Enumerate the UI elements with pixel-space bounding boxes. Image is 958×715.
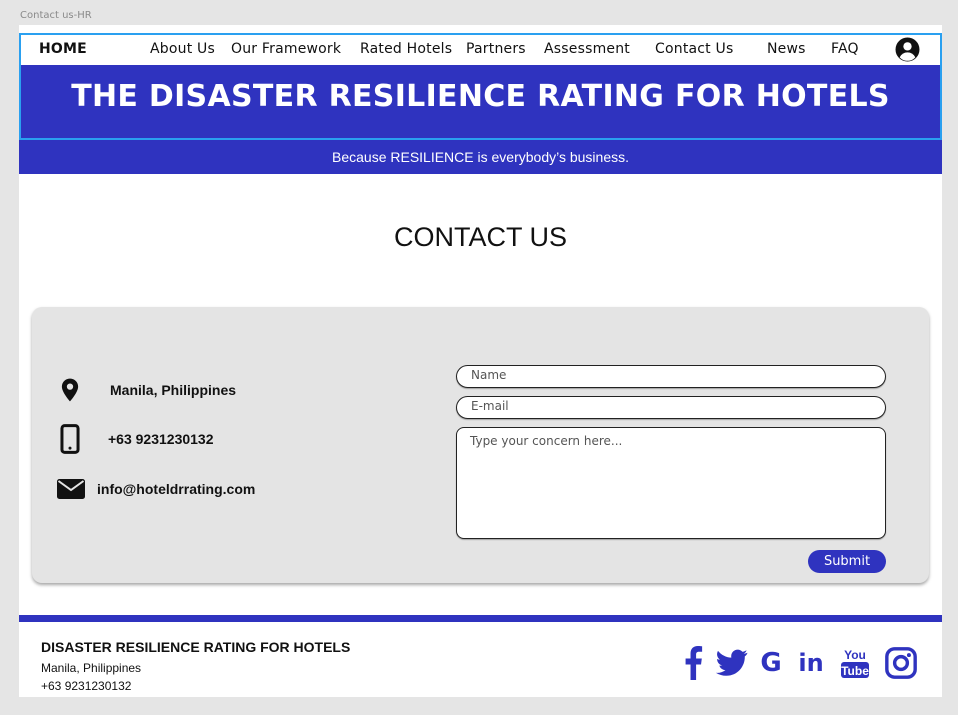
info-email: info@hoteldrrating.com <box>57 478 255 500</box>
info-location: Manila, Philippines <box>57 377 236 403</box>
nav-faq[interactable]: FAQ <box>831 41 859 57</box>
twitter-icon[interactable] <box>715 644 749 682</box>
nav-news[interactable]: News <box>767 41 806 57</box>
page: HOME About Us Our Framework Rated Hotels… <box>19 25 942 697</box>
nav-partners[interactable]: Partners <box>466 41 526 57</box>
hero-banner: THE DISASTER RESILIENCE RATING FOR HOTEL… <box>19 65 942 140</box>
nav-our-framework[interactable]: Our Framework <box>231 41 341 57</box>
footer-phone: +63 9231230132 <box>41 679 132 693</box>
youtube-icon[interactable]: You Tube <box>837 644 873 682</box>
submit-button[interactable]: Submit <box>808 550 886 573</box>
nav-contact-us[interactable]: Contact Us <box>655 41 733 57</box>
email-field[interactable]: E-mail <box>456 396 886 419</box>
user-circle-icon[interactable] <box>895 37 920 62</box>
info-phone: +63 9231230132 <box>57 424 214 454</box>
banner-title: THE DISASTER RESILIENCE RATING FOR HOTEL… <box>71 79 890 114</box>
nav-assessment[interactable]: Assessment <box>544 41 630 57</box>
nav-about-us[interactable]: About Us <box>150 41 215 57</box>
footer-address: Manila, Philippines <box>41 661 142 675</box>
name-field[interactable]: Name <box>456 365 886 388</box>
top-nav: HOME About Us Our Framework Rated Hotels… <box>19 33 942 65</box>
facebook-icon[interactable] <box>679 644 707 682</box>
frame-label: Contact us-HR <box>20 10 92 21</box>
email-text: info@hoteldrrating.com <box>97 481 256 497</box>
envelope-icon <box>57 478 85 500</box>
footer-title: DISASTER RESILIENCE RATING FOR HOTELS <box>41 639 351 655</box>
nav-rated-hotels[interactable]: Rated Hotels <box>360 41 452 57</box>
phone-icon <box>57 424 83 454</box>
concern-textarea[interactable]: Type your concern here... <box>456 427 886 539</box>
location-text: Manila, Philippines <box>110 382 237 398</box>
footer-divider <box>19 615 942 622</box>
instagram-icon[interactable] <box>883 644 919 682</box>
tagline: Because RESILIENCE is everybody’s busine… <box>332 149 629 165</box>
page-title: CONTACT US <box>393 222 567 252</box>
map-pin-icon <box>57 377 83 403</box>
nav-home[interactable]: HOME <box>39 41 87 57</box>
contact-card: Manila, Philippines +63 9231230132 info@… <box>32 307 929 583</box>
phone-text: +63 9231230132 <box>108 431 214 447</box>
svg-text:You: You <box>844 648 866 662</box>
svg-text:Tube: Tube <box>841 664 869 678</box>
linkedin-icon[interactable]: in <box>794 644 828 682</box>
tagline-bar: Because RESILIENCE is everybody’s busine… <box>19 140 942 174</box>
google-icon[interactable]: G <box>757 644 785 682</box>
